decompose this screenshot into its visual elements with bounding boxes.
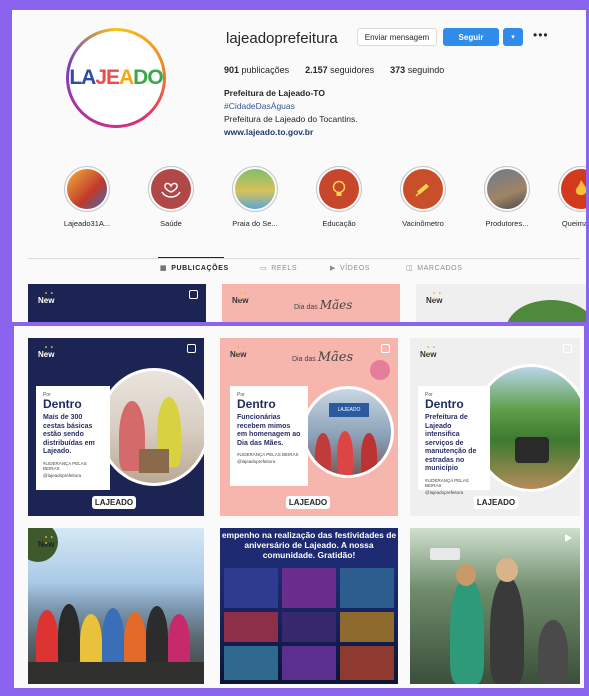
post-preview[interactable]: • • • New	[416, 284, 586, 322]
post-tile[interactable]: • • • New	[28, 528, 204, 684]
post-text-card: Por Dentro Prefeitura de Lajeado intensi…	[418, 386, 490, 495]
post-text-card: Por Dentro Funcionárias recebem mimos em…	[230, 386, 308, 486]
post-tile[interactable]: • • • New Por Dentro Prefeitura de Lajead…	[410, 338, 580, 516]
post-photo	[98, 368, 204, 486]
highlight-item[interactable]: Educação	[304, 166, 374, 228]
profile-stats: 901 publicações 2.157 seguidores 373 seg…	[224, 65, 444, 75]
profile-header-panel: LAJEADO lajeadoprefeitura Enviar mensage…	[12, 10, 586, 322]
send-message-button[interactable]: Enviar mensagem	[357, 28, 437, 46]
lajeado-logo: LAJEADO	[286, 496, 330, 509]
instagram-handle: @lajeadoprefeitura	[425, 489, 464, 495]
highlight-item[interactable]: Vacinômetro	[388, 166, 458, 228]
bio-name: Prefeitura de Lajeado-TO	[224, 88, 325, 98]
festival-photo-icon	[67, 169, 107, 209]
profile-username: lajeadoprefeitura	[226, 30, 338, 47]
lajeado-logo: LAJEADO	[474, 496, 518, 509]
post-preview[interactable]: • • • New Dia das Mães	[222, 284, 400, 322]
tab-tagged[interactable]: ◫ MARCADOS	[406, 264, 462, 273]
post-text-card: Por Dentro Mais de 300 cestas básicas es…	[36, 386, 110, 490]
road-machine	[515, 437, 549, 463]
carousel-icon	[563, 344, 572, 353]
bio-hashtag[interactable]: #CidadeDasÁguas	[224, 100, 358, 113]
highlight-item[interactable]: Praia do Se...	[220, 166, 290, 228]
lajeado-logo: LAJEADO	[92, 496, 136, 509]
profile-avatar[interactable]: LAJEADO	[66, 28, 166, 128]
carousel-icon	[187, 344, 196, 353]
highlight-item[interactable]: Queimadas	[546, 166, 586, 228]
flower-decoration	[370, 360, 390, 380]
post-caption: empenho na realização das festividades d…	[221, 530, 397, 560]
bio-description: Prefeitura de Lajeado do Tocantins.	[224, 114, 358, 124]
lightbulb-icon	[319, 169, 359, 209]
beach-icon	[235, 169, 275, 209]
active-tab-indicator	[158, 257, 224, 258]
instagram-handle: @lajeadoprefeitura	[43, 472, 82, 478]
more-options-icon[interactable]: •••	[533, 28, 549, 42]
carousel-icon	[381, 344, 390, 353]
profile-bio: Prefeitura de Lajeado-TO #CidadeDasÁguas…	[224, 87, 358, 139]
post-photo: LAJEADO	[302, 386, 394, 478]
tabs-divider	[28, 258, 580, 259]
story-highlights: Lajeado31A... Saúde Praia do Se... Educa…	[52, 166, 586, 236]
highlight-item[interactable]: Produtores...	[472, 166, 542, 228]
carousel-icon	[189, 290, 198, 299]
grid-icon: ▦	[160, 265, 168, 272]
syringe-icon	[403, 169, 443, 209]
posts-stat: 901 publicações	[224, 65, 290, 75]
tab-reels[interactable]: ▭ REELS	[260, 264, 297, 273]
instagram-handle: @lajeadoprefeitura	[237, 459, 276, 464]
fire-icon	[561, 169, 586, 209]
post-tile[interactable]: • • • New Por Dentro Mais de 300 cestas b…	[28, 338, 204, 516]
post-preview[interactable]: • • • New	[28, 284, 206, 322]
following-stat[interactable]: 373 seguindo	[390, 65, 444, 75]
followers-stat[interactable]: 2.157 seguidores	[305, 65, 374, 75]
post-tile[interactable]	[410, 528, 580, 684]
suggestions-dropdown-button[interactable]: ▾	[503, 28, 523, 46]
reels-icon: ▭	[260, 265, 268, 272]
follow-button[interactable]: Seguir	[443, 28, 499, 46]
tab-posts[interactable]: ▦ PUBLICAÇÕES	[160, 264, 229, 273]
health-hands-icon	[151, 169, 191, 209]
video-icon: ▶	[330, 265, 336, 272]
bio-website-link[interactable]: www.lajeado.to.gov.br	[224, 126, 358, 139]
post-tile[interactable]: • • • New Dia das Mães LAJEADO Por Dentro…	[220, 338, 398, 516]
tab-videos[interactable]: ▶ VÍDEOS	[330, 264, 370, 273]
producers-photo-icon	[487, 169, 527, 209]
lajeado-logo: LAJEADO	[69, 66, 163, 89]
highlight-item[interactable]: Lajeado31A...	[52, 166, 122, 228]
post-tile[interactable]: empenho na realização das festividades d…	[220, 528, 398, 684]
highlight-item[interactable]: Saúde	[136, 166, 206, 228]
posts-grid-panel: • • • New Por Dentro Mais de 300 cestas b…	[14, 326, 584, 688]
video-icon	[565, 534, 572, 542]
tagged-icon: ◫	[406, 265, 414, 272]
